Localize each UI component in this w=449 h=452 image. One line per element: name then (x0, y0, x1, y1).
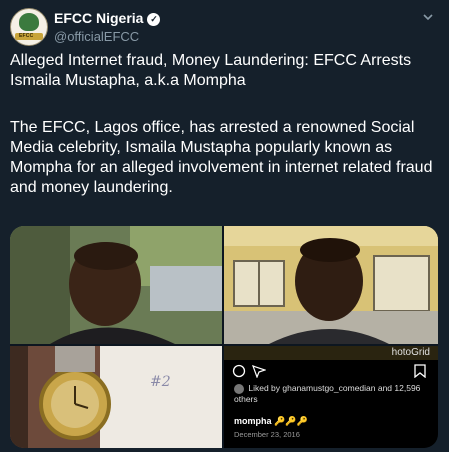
liked-by-text: Liked by ghanamustgo_comedian and 12,596… (234, 383, 421, 404)
instagram-date: December 23, 2016 (234, 430, 300, 439)
account-handle[interactable]: @officialEFCC (54, 29, 139, 44)
instagram-likes: Liked by ghanamustgo_comedian and 12,596… (234, 383, 434, 404)
photogrid-label: hotoGrid (391, 347, 430, 358)
key-emoji-icon: 🔑🔑🔑 (274, 416, 308, 426)
photo-gold-watch-image: #2 (10, 346, 222, 448)
instagram-actions (232, 364, 430, 380)
crest-icon (19, 13, 39, 31)
tweet-header: EFCC EFCC Nigeria ✓ @officialEFCC (10, 8, 439, 48)
tweet-headline: Alleged Internet fraud, Money Laundering… (10, 52, 412, 89)
instagram-username-text: mompha (234, 416, 272, 426)
avatar-label: EFCC (19, 33, 34, 39)
svg-text:#2: #2 (150, 374, 171, 390)
account-name-text[interactable]: EFCC Nigeria (54, 10, 143, 26)
bookmark-icon[interactable] (414, 364, 426, 378)
photo-man-outdoors-image (10, 226, 222, 344)
photo-man-outdoors[interactable] (10, 226, 222, 344)
photo-man-house-image (224, 226, 438, 344)
account-name[interactable]: EFCC Nigeria ✓ (54, 10, 161, 26)
tweet-body: The EFCC, Lagos office, has arrested a r… (10, 119, 433, 196)
liker-avatar (234, 383, 244, 394)
chevron-down-icon[interactable] (421, 10, 435, 24)
instagram-username: mompha 🔑🔑🔑 (234, 416, 308, 427)
comment-icon[interactable] (232, 364, 246, 378)
instagram-screenshot[interactable]: hotoGrid Liked by ghanamustgo_comedian a… (224, 346, 438, 448)
photo-gold-watch[interactable]: #2 (10, 346, 222, 448)
photo-man-house[interactable] (224, 226, 438, 344)
share-icon[interactable] (252, 364, 266, 378)
verified-badge-icon: ✓ (147, 13, 161, 26)
tweet-media-grid[interactable]: #2 hotoGrid Liked by ghanamustgo_comedia… (10, 226, 438, 448)
account-avatar[interactable]: EFCC (10, 8, 48, 46)
instagram-image-strip: hotoGrid (224, 346, 438, 360)
